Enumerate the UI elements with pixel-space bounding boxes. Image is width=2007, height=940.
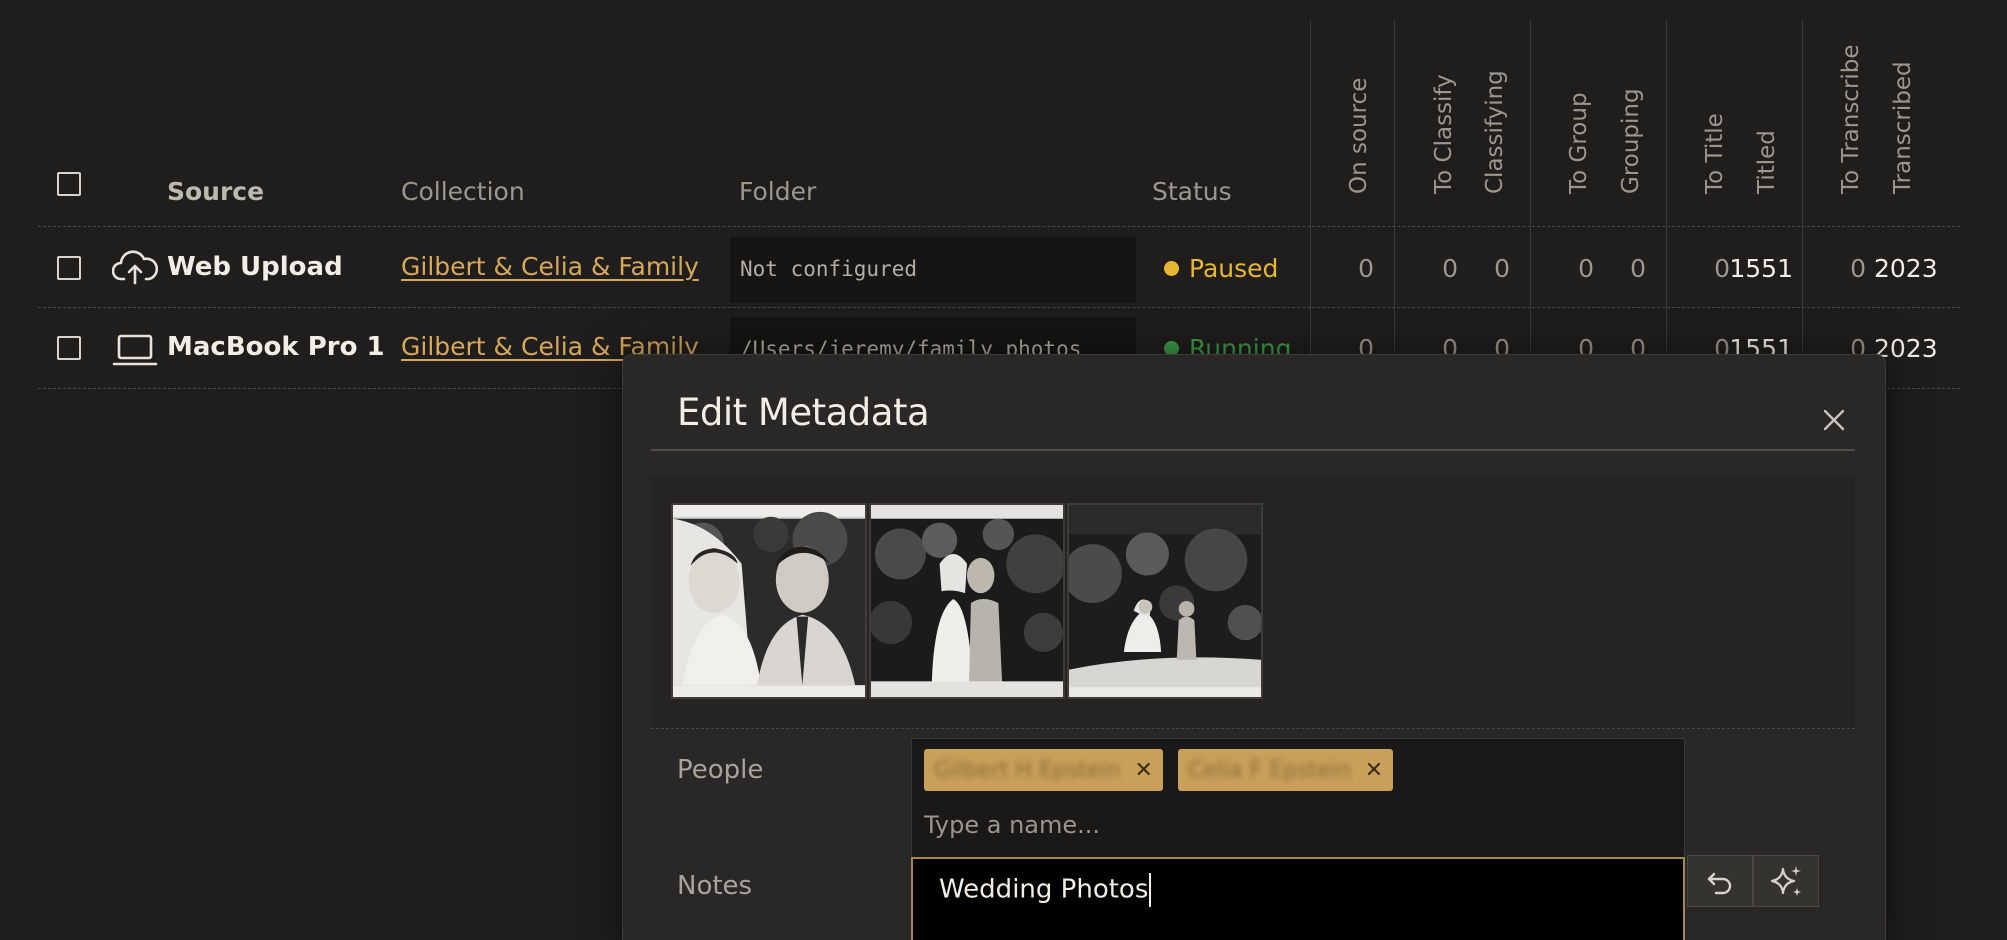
- header-status[interactable]: Status: [1152, 177, 1232, 206]
- source-name[interactable]: MacBook Pro 1: [167, 332, 385, 362]
- header-folder[interactable]: Folder: [739, 177, 816, 206]
- header-source[interactable]: Source: [167, 177, 264, 206]
- header-grouping[interactable]: Grouping: [1618, 20, 1658, 220]
- row-checkbox[interactable]: [57, 336, 81, 360]
- count-transcribed: 2023: [1874, 254, 1938, 283]
- count-classifying: 0: [1494, 254, 1510, 283]
- undo-icon: [1707, 872, 1732, 895]
- remove-tag-icon[interactable]: ✕: [1135, 758, 1153, 783]
- edit-metadata-dialog: Edit Metadata People Gilbert H Epstein ✕…: [622, 354, 1886, 940]
- count-grouping: 0: [1630, 254, 1646, 283]
- status-text: Paused: [1189, 254, 1279, 283]
- cloud-upload-icon: [112, 250, 158, 285]
- photo-strip: [651, 477, 1855, 729]
- source-name[interactable]: Web Upload: [167, 252, 343, 282]
- laptop-icon: [112, 334, 158, 366]
- count-transcribed: 2023: [1874, 334, 1938, 363]
- column-divider: [1666, 20, 1667, 390]
- notes-input[interactable]: Wedding Photos: [911, 857, 1685, 940]
- row-divider: [38, 226, 1960, 227]
- person-tag[interactable]: Celia F Epstein ✕: [1178, 749, 1394, 791]
- select-all-checkbox[interactable]: [57, 172, 81, 196]
- header-to-group[interactable]: To Group: [1566, 20, 1606, 220]
- column-divider: [1394, 20, 1395, 390]
- remove-tag-icon[interactable]: ✕: [1365, 758, 1383, 783]
- header-transcribed[interactable]: Transcribed: [1890, 20, 1930, 220]
- header-to-transcribe[interactable]: To Transcribe: [1838, 20, 1878, 220]
- people-label: People: [677, 755, 764, 785]
- undo-button[interactable]: [1687, 855, 1753, 907]
- photo-thumbnail[interactable]: [869, 503, 1065, 699]
- row-divider: [38, 307, 1960, 308]
- header-to-classify[interactable]: To Classify: [1431, 20, 1471, 220]
- column-divider: [1310, 20, 1311, 390]
- count-to-transcribe: 0: [1850, 254, 1866, 283]
- count-on-source: 0: [1358, 254, 1374, 283]
- modal-title: Edit Metadata: [677, 391, 930, 434]
- ai-suggest-button[interactable]: [1753, 855, 1819, 907]
- title-divider: [651, 449, 1855, 451]
- status-dot: [1164, 261, 1179, 276]
- collection-link[interactable]: Gilbert & Celia & Family: [401, 252, 699, 281]
- photo-thumbnail[interactable]: [1067, 503, 1263, 699]
- sparkle-icon: [1770, 866, 1801, 896]
- people-input[interactable]: [924, 805, 1664, 845]
- count-to-classify: 0: [1442, 254, 1458, 283]
- close-icon[interactable]: [1819, 405, 1849, 435]
- person-tag-name: Celia F Epstein: [1188, 757, 1351, 783]
- header-collection[interactable]: Collection: [401, 177, 525, 206]
- person-tag[interactable]: Gilbert H Epstein ✕: [924, 749, 1163, 791]
- status-badge: Paused: [1164, 254, 1278, 283]
- header-to-title[interactable]: To Title: [1702, 20, 1742, 220]
- header-on-source[interactable]: On source: [1346, 20, 1386, 220]
- row-checkbox[interactable]: [57, 256, 81, 280]
- column-divider: [1530, 20, 1531, 390]
- column-divider: [1802, 20, 1803, 390]
- notes-text: Wedding Photos: [939, 874, 1149, 905]
- person-tag-name: Gilbert H Epstein: [934, 757, 1121, 783]
- people-field[interactable]: Gilbert H Epstein ✕ Celia F Epstein ✕: [911, 738, 1685, 862]
- count-titled: 1551: [1729, 254, 1793, 283]
- text-caret: [1149, 873, 1152, 907]
- notes-label: Notes: [677, 871, 753, 901]
- header-titled[interactable]: Titled: [1754, 20, 1794, 220]
- photo-thumbnail[interactable]: [671, 503, 867, 699]
- sources-table: Source Collection Folder Status On sourc…: [38, 20, 1960, 390]
- folder-path[interactable]: Not configured: [730, 237, 1136, 303]
- count-to-group: 0: [1578, 254, 1594, 283]
- header-classifying[interactable]: Classifying: [1482, 20, 1522, 220]
